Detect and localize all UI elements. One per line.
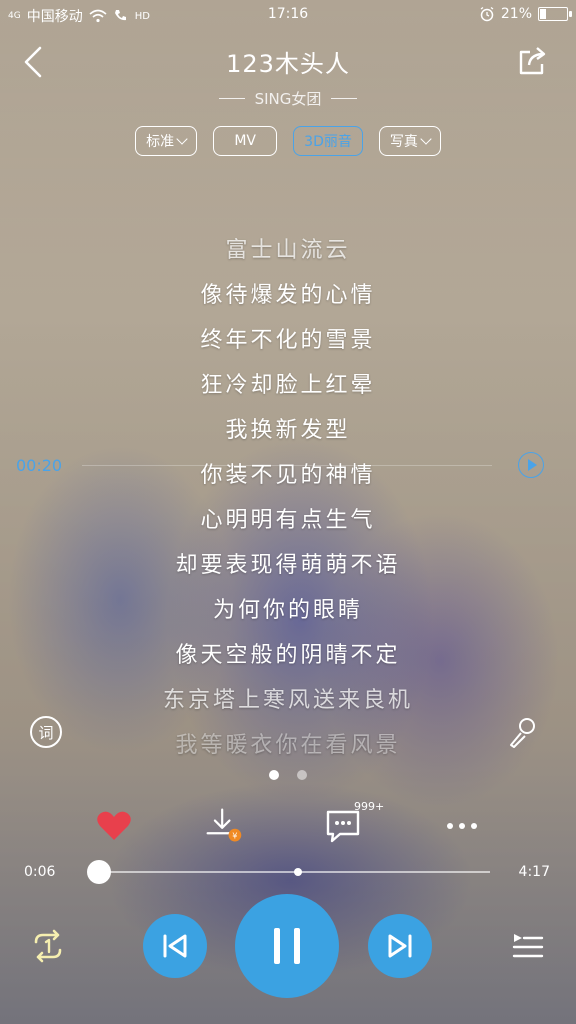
chevron-down-icon [420,133,432,145]
buffer-marker [294,868,302,876]
heart-icon[interactable] [94,806,134,846]
page-dot[interactable] [269,770,279,780]
pause-button[interactable] [235,894,339,998]
lyric-search-icon[interactable]: 词 [30,716,62,748]
lyric-line: 富士山流云 [225,238,351,263]
lyric-line: 像天空般的阴晴不定 [175,643,401,668]
seek-preview-time: 00:20 [16,456,63,475]
page-indicator [0,770,576,780]
artist-row[interactable]: SING女团 [0,88,576,109]
quality-label: 标准 [146,134,175,150]
status-bar: 4G 中国移动 HD 17:16 21% [0,0,576,30]
photo-label: 写真 [389,134,418,150]
seek-preview-line [82,465,492,466]
3d-sound-label: 3D丽音 [304,134,352,150]
battery-icon [538,7,572,21]
more-icon[interactable] [442,806,482,846]
skip-previous-icon [163,934,187,958]
previous-button[interactable] [143,914,207,978]
option-pills: 标准 MV 3D丽音 写真 [0,126,576,156]
lyric-line: 终年不化的雪景 [200,328,376,353]
current-time: 0:06 [24,864,56,880]
progress-knob[interactable] [87,860,112,884]
lyric-line: 心明明有点生气 [200,508,376,533]
lyric-button-label: 词 [38,723,54,742]
next-button[interactable] [368,914,432,978]
comment-count-badge: 999+ [354,800,385,813]
action-row: ¥ 999+ [0,800,576,846]
artist-divider-right [331,98,358,99]
comment-button[interactable]: 999+ [324,800,384,846]
repeat-one-icon[interactable] [28,926,68,966]
lyric-line: 为何你的眼睛 [212,598,363,623]
quality-selector[interactable]: 标准 [135,126,198,156]
alarm-icon [480,6,494,22]
song-title: 123木头人 [226,50,350,78]
lyric-line: 我换新发型 [225,418,351,443]
total-time: 4:17 [518,864,550,880]
lyric-line: 我等暖衣你在看风景 [175,733,401,758]
chevron-down-icon [176,133,188,145]
3d-sound-button[interactable]: 3D丽音 [293,126,363,156]
lyric-line: 你装不见的神情 [200,463,376,488]
playback-progress: 0:06 4:17 [0,858,576,888]
lyric-line: 像待爆发的心情 [200,283,376,308]
battery-fill [540,9,546,19]
skip-next-icon [388,934,412,958]
share-icon[interactable] [516,44,550,78]
mv-button[interactable]: MV [213,126,278,156]
photo-selector[interactable]: 写真 [378,126,441,156]
artist-divider-left [218,98,245,99]
download-icon[interactable]: ¥ [204,806,244,846]
pause-icon [274,928,300,964]
lyric-line: 狂冷却脸上红晕 [200,373,376,398]
artist-name[interactable]: SING女团 [255,88,322,109]
svg-text:¥: ¥ [232,831,237,841]
lyric-line: 却要表现得萌萌不语 [175,553,401,578]
mv-label: MV [234,133,256,149]
lyric-line: 东京塔上寒风送来良机 [162,688,413,713]
lyrics-panel[interactable]: 富士山流云 像待爆发的心情 终年不化的雪景 狂冷却脸上红晕 我换新发型 你装不见… [0,228,576,768]
playlist-icon[interactable] [510,928,546,964]
page-dot[interactable] [297,770,307,780]
battery-percent: 21% [500,6,532,22]
progress-track[interactable] [87,860,490,884]
playback-controls [0,894,576,1000]
seek-play-icon[interactable] [518,452,544,478]
microphone-icon[interactable] [506,716,540,750]
